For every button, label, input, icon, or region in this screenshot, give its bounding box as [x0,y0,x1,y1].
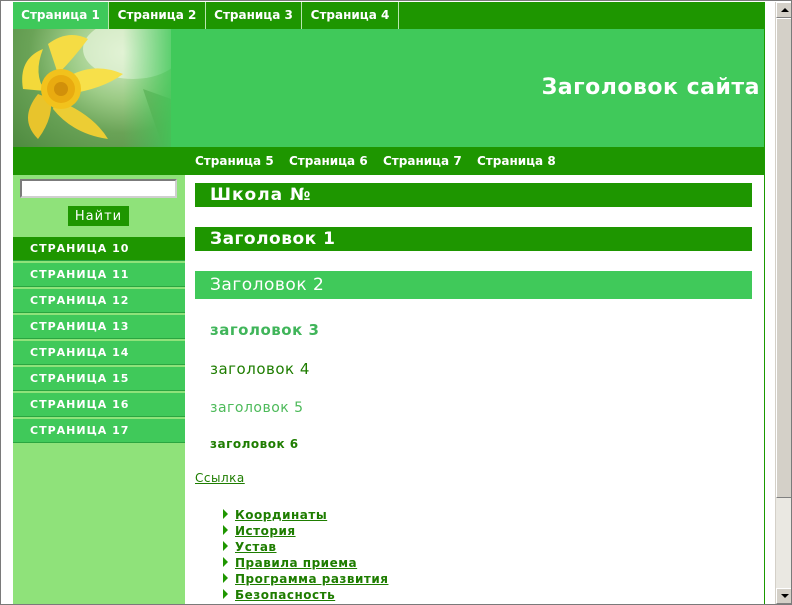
left-sidebar: Найти СТРАНИЦА 10 СТРАНИЦА 11 СТРАНИЦА 1… [13,175,185,604]
main-content: Школа № Заголовок 1 Заголовок 2 заголово… [195,175,752,604]
triangle-bullet-icon [223,557,228,567]
school-heading: Школа № [195,183,752,207]
secondary-navigation: Страница 5 Страница 6 Страница 7 Страниц… [13,147,764,175]
link-charter[interactable]: Устав [235,540,277,554]
photo-fade-overlay [123,29,183,147]
site-header: Заголовок сайта [13,29,764,147]
scroll-up-button[interactable] [776,2,791,18]
sub-nav-page-7[interactable]: Страница 7 [383,147,462,175]
browser-viewport: Страница 1 Страница 2 Страница 3 Страниц… [0,0,792,605]
search-input[interactable] [20,179,177,198]
side-menu-item-page-17[interactable]: СТРАНИЦА 17 [13,419,185,443]
list-item: Правила приема [222,554,388,570]
link-history[interactable]: История [235,524,296,538]
side-menu-item-page-12[interactable]: СТРАНИЦА 12 [13,289,185,313]
list-item: Координаты [222,506,388,522]
side-menu-item-page-13[interactable]: СТРАНИЦА 13 [13,315,185,339]
heading-3: заголовок 3 [210,321,320,339]
heading-6: заголовок 6 [210,437,299,451]
heading-2: Заголовок 2 [195,271,752,299]
sub-nav-page-6[interactable]: Страница 6 [289,147,368,175]
vertical-scrollbar[interactable] [775,2,791,604]
heading-1: Заголовок 1 [195,227,752,251]
triangle-bullet-icon [223,509,228,519]
list-item: Программа развития [222,570,388,586]
heading-4: заголовок 4 [210,360,310,378]
link-development-program[interactable]: Программа развития [235,572,388,586]
list-item: Устав [222,538,388,554]
side-menu-item-page-16[interactable]: СТРАНИЦА 16 [13,393,185,417]
link-coordinates[interactable]: Координаты [235,508,327,522]
triangle-bullet-icon [223,589,228,599]
side-menu-item-page-11[interactable]: СТРАНИЦА 11 [13,263,185,287]
side-menu-item-page-10[interactable]: СТРАНИЦА 10 [13,237,185,261]
info-links-list: Координаты История Устав Правила приема … [222,506,388,602]
arrow-up-icon [781,8,789,12]
sub-nav-page-8[interactable]: Страница 8 [477,147,556,175]
link-security[interactable]: Безопасность [235,588,335,602]
list-item: История [222,522,388,538]
sample-link[interactable]: Ссылка [195,471,245,485]
triangle-bullet-icon [223,573,228,583]
top-nav-page-1[interactable]: Страница 1 [13,2,109,29]
search-button[interactable]: Найти [68,206,129,226]
site-title: Заголовок сайта [541,75,760,100]
web-page: Страница 1 Страница 2 Страница 3 Страниц… [13,2,765,604]
heading-5: заголовок 5 [210,400,304,416]
triangle-bullet-icon [223,541,228,551]
top-nav-page-3[interactable]: Страница 3 [206,2,302,29]
side-menu-item-page-14[interactable]: СТРАНИЦА 14 [13,341,185,365]
sub-nav-page-5[interactable]: Страница 5 [195,147,274,175]
list-item: Безопасность [222,586,388,602]
top-nav-page-2[interactable]: Страница 2 [109,2,206,29]
scrollbar-thumb[interactable] [776,18,791,498]
side-menu-item-page-15[interactable]: СТРАНИЦА 15 [13,367,185,391]
link-admission-rules[interactable]: Правила приема [235,556,357,570]
top-navigation: Страница 1 Страница 2 Страница 3 Страниц… [13,2,764,29]
scroll-down-button[interactable] [776,588,791,604]
side-menu: СТРАНИЦА 10 СТРАНИЦА 11 СТРАНИЦА 12 СТРА… [13,237,185,445]
top-nav-page-4[interactable]: Страница 4 [302,2,399,29]
triangle-bullet-icon [223,525,228,535]
arrow-down-icon [781,594,789,598]
